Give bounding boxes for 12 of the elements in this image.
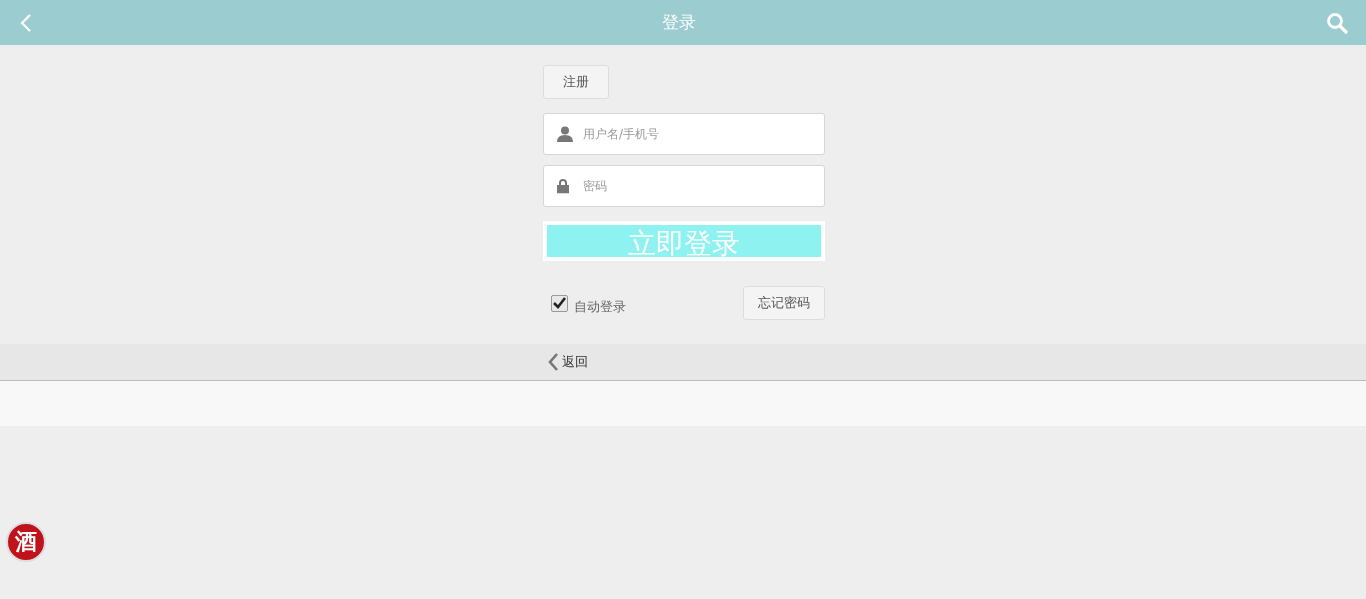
password-field[interactable]: 密码 [543, 165, 825, 207]
forgot-password-button[interactable]: 忘记密码 [743, 286, 825, 320]
back-link[interactable]: 返回 [548, 353, 588, 371]
auto-login-label: 自动登录 [574, 298, 626, 316]
register-button[interactable]: 注册 [543, 65, 609, 99]
username-field[interactable]: 用户名/手机号 [543, 113, 825, 155]
auto-login-checkbox[interactable] [551, 294, 568, 312]
chevron-left-icon [548, 353, 559, 371]
logo-badge[interactable]: 酒 [6, 522, 46, 562]
page-title: 登录 [662, 11, 696, 34]
back-icon[interactable] [20, 12, 32, 33]
search-icon[interactable] [1326, 11, 1348, 34]
